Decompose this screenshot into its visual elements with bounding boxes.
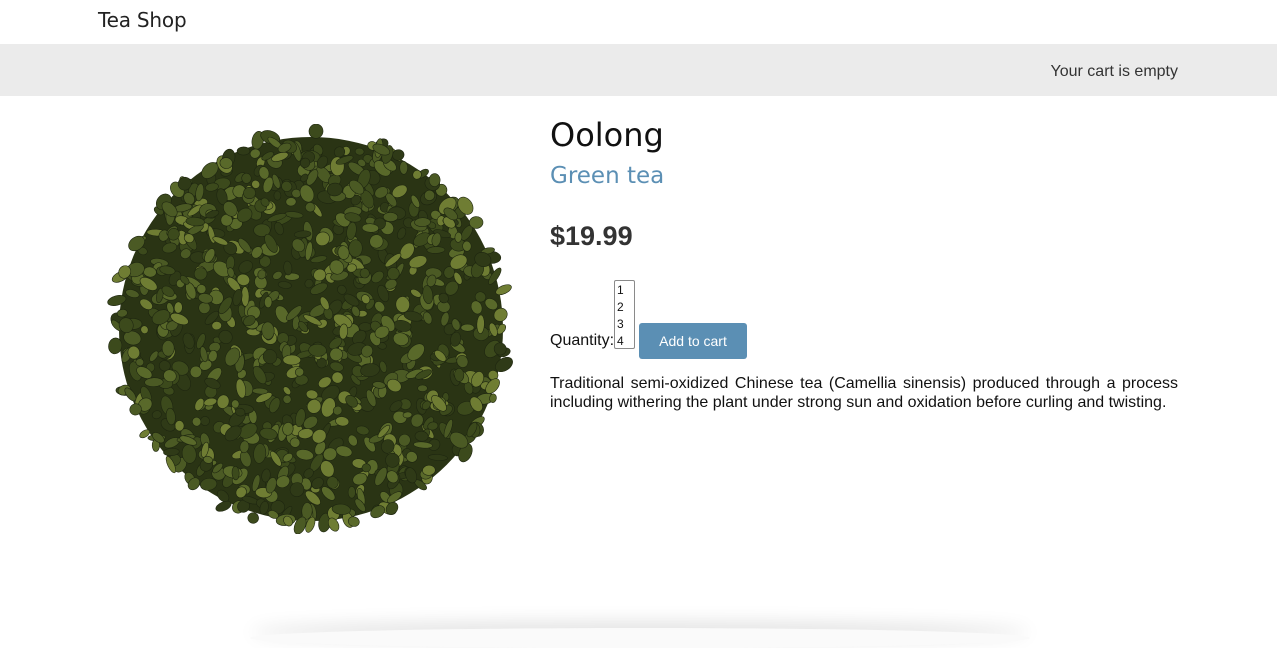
tea-leaf	[399, 161, 409, 175]
product-category: Green tea	[550, 163, 665, 189]
tea-leaf	[285, 197, 297, 207]
tea-leaf	[236, 146, 251, 156]
tea-leaf	[174, 420, 185, 432]
tea-leaf	[382, 212, 399, 222]
quantity-select[interactable]: 1 2 3 4	[614, 280, 635, 349]
product-description: Traditional semi-oxidized Chinese tea (C…	[550, 375, 1178, 411]
product-image	[106, 123, 516, 535]
tea-leaf	[454, 368, 465, 382]
quantity-label: Quantity:	[550, 332, 615, 349]
quantity-option[interactable]: 2	[617, 299, 634, 316]
tea-leaf	[414, 217, 431, 228]
quantity-option[interactable]: 4	[617, 333, 634, 348]
quantity-option[interactable]: 3	[617, 316, 634, 333]
tea-leaf	[264, 296, 273, 309]
tea-leaf	[402, 411, 413, 419]
tea-leaf	[252, 387, 269, 395]
product-price: $19.99	[550, 221, 633, 251]
footer-edge	[250, 628, 1030, 648]
tea-leaf	[173, 301, 183, 314]
tea-leaf	[282, 354, 301, 366]
tea-leaf	[358, 322, 373, 332]
product-title: Oolong	[550, 116, 664, 154]
cart-bar: Your cart is empty	[0, 44, 1277, 96]
cart-status[interactable]: Your cart is empty	[1051, 63, 1178, 81]
tea-leaf	[460, 323, 475, 332]
quantity-option[interactable]: 1	[617, 282, 634, 299]
tea-leaf	[308, 343, 327, 357]
tea-leaf	[161, 340, 175, 357]
tea-leaf	[428, 173, 441, 187]
tea-leaf	[385, 452, 400, 468]
loose-leaf-tea-image	[107, 123, 513, 535]
tea-leaf	[273, 190, 282, 201]
brand-link[interactable]: Tea Shop	[98, 8, 187, 32]
tea-leaf	[347, 486, 356, 499]
add-to-cart-button[interactable]: Add to cart	[639, 323, 747, 359]
tea-leaf	[417, 384, 428, 392]
top-navbar: Tea Shop	[0, 0, 1277, 44]
